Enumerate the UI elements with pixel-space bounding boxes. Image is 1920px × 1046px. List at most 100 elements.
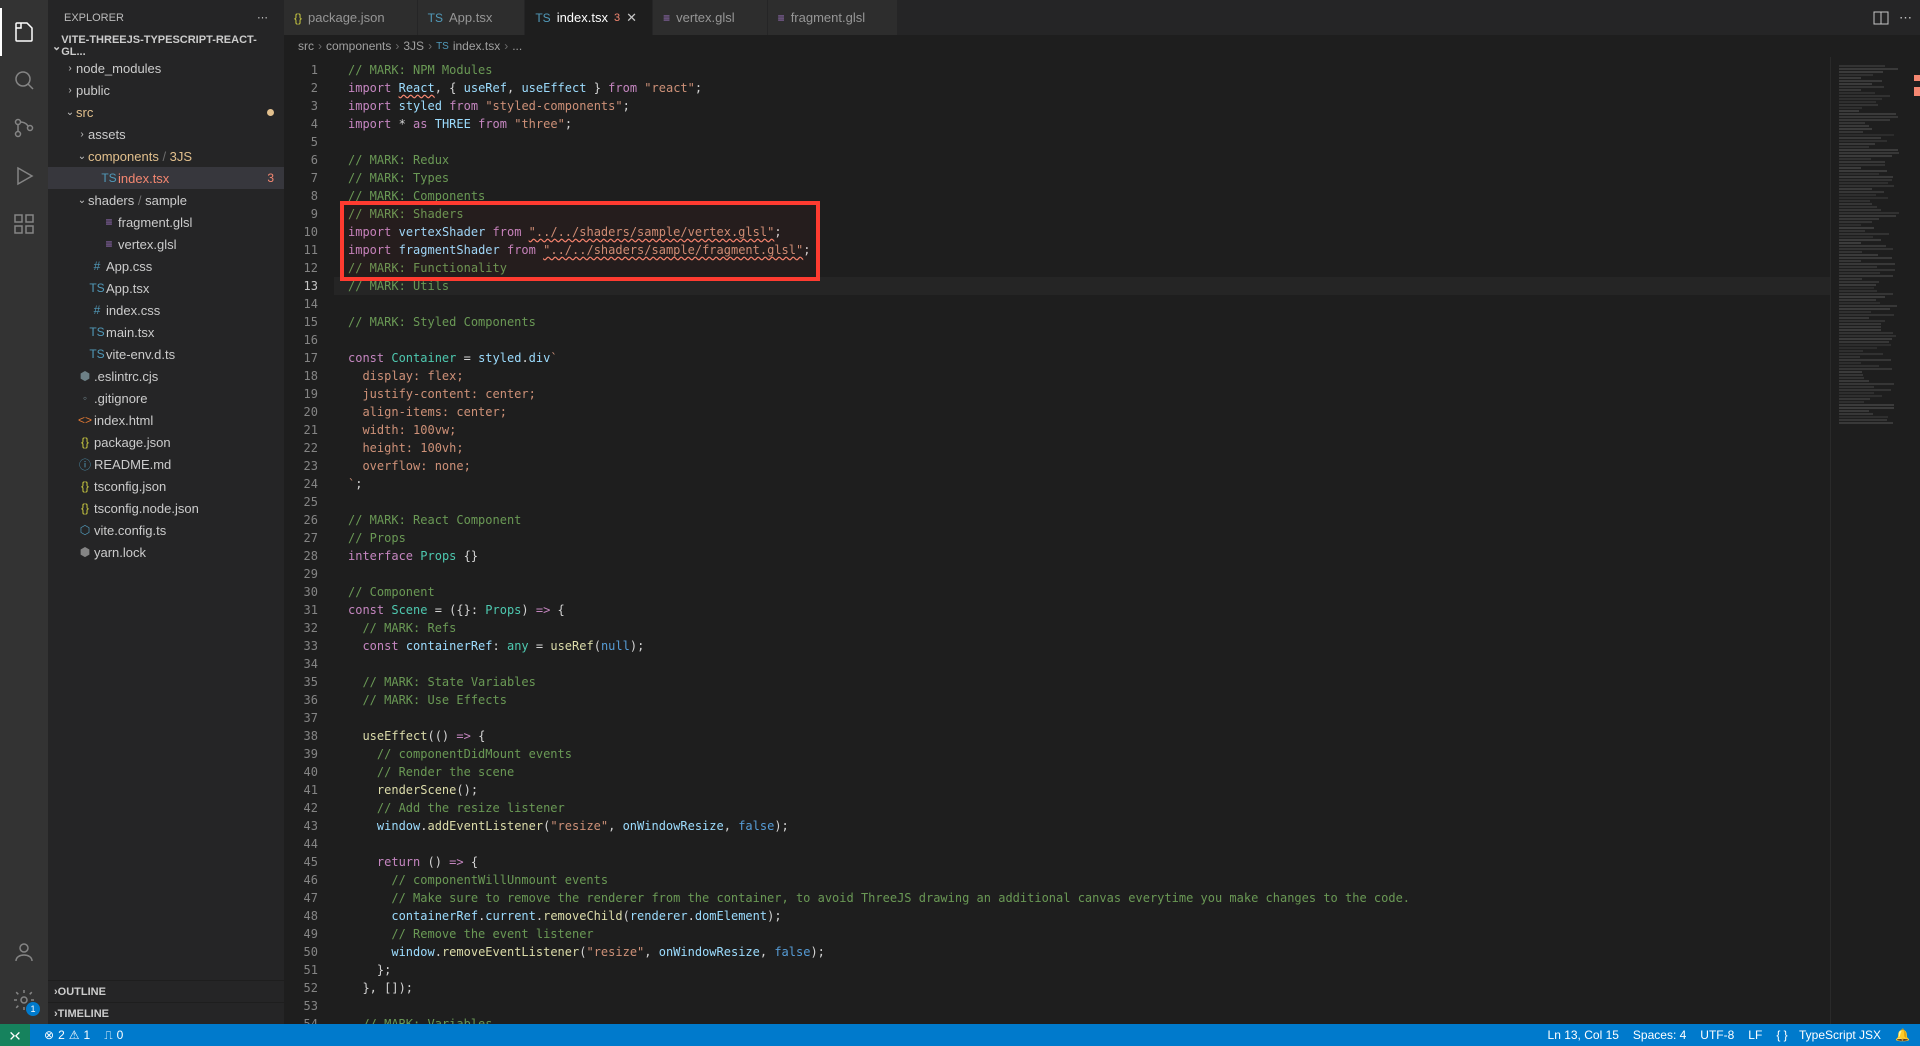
timeline-section[interactable]: › TIMELINE: [48, 1002, 284, 1024]
code-line[interactable]: import React, { useRef, useEffect } from…: [334, 79, 1830, 97]
close-icon[interactable]: ✕: [626, 10, 642, 26]
code-line[interactable]: height: 100vh;: [334, 439, 1830, 457]
activity-account-icon[interactable]: [0, 928, 48, 976]
editor-tab[interactable]: TSindex.tsx3✕: [525, 0, 653, 35]
tree-file[interactable]: TSmain.tsx: [48, 321, 284, 343]
editor-tab[interactable]: TSApp.tsx✕: [418, 0, 526, 35]
code-line[interactable]: };: [334, 961, 1830, 979]
tree-file[interactable]: ≡fragment.glsl: [48, 211, 284, 233]
code-line[interactable]: // MARK: Types: [334, 169, 1830, 187]
code-line[interactable]: // MARK: Use Effects: [334, 691, 1830, 709]
code-line[interactable]: // MARK: Shaders: [334, 205, 1830, 223]
code-line[interactable]: [334, 655, 1830, 673]
activity-search-icon[interactable]: [0, 56, 48, 104]
outline-section[interactable]: › OUTLINE: [48, 980, 284, 1002]
code-line[interactable]: // MARK: Components: [334, 187, 1830, 205]
tree-file[interactable]: <>index.html: [48, 409, 284, 431]
code-line[interactable]: [334, 493, 1830, 511]
code-line[interactable]: renderScene();: [334, 781, 1830, 799]
code-line[interactable]: [334, 133, 1830, 151]
tree-file[interactable]: ⬡vite.config.ts: [48, 519, 284, 541]
code-line[interactable]: return () => {: [334, 853, 1830, 871]
code-line[interactable]: useEffect(() => {: [334, 727, 1830, 745]
more-actions-icon[interactable]: ⋯: [1899, 10, 1912, 26]
code-line[interactable]: // Component: [334, 583, 1830, 601]
breadcrumb-segment[interactable]: index.tsx: [453, 39, 500, 53]
status-encoding[interactable]: UTF-8: [1700, 1028, 1734, 1042]
code-line[interactable]: justify-content: center;: [334, 385, 1830, 403]
tree-file[interactable]: {}tsconfig.json: [48, 475, 284, 497]
editor-tab[interactable]: ≡vertex.glsl✕: [653, 0, 768, 35]
code-line[interactable]: window.addEventListener("resize", onWind…: [334, 817, 1830, 835]
code-line[interactable]: [334, 295, 1830, 313]
tree-file[interactable]: ≡vertex.glsl: [48, 233, 284, 255]
code-line[interactable]: containerRef.current.removeChild(rendere…: [334, 907, 1830, 925]
code-line[interactable]: // Props: [334, 529, 1830, 547]
tree-file[interactable]: #index.css: [48, 299, 284, 321]
activity-debug-icon[interactable]: [0, 152, 48, 200]
code-line[interactable]: display: flex;: [334, 367, 1830, 385]
activity-extensions-icon[interactable]: [0, 200, 48, 248]
code-line[interactable]: // componentWillUnmount events: [334, 871, 1830, 889]
breadcrumb-segment[interactable]: components: [326, 39, 391, 53]
code-line[interactable]: import fragmentShader from "../../shader…: [334, 241, 1830, 259]
code-line[interactable]: // Make sure to remove the renderer from…: [334, 889, 1830, 907]
code-line[interactable]: [334, 709, 1830, 727]
code-line[interactable]: const containerRef: any = useRef(null);: [334, 637, 1830, 655]
code-line[interactable]: import styled from "styled-components";: [334, 97, 1830, 115]
tree-file[interactable]: {}tsconfig.node.json: [48, 497, 284, 519]
status-cursor[interactable]: Ln 13, Col 15: [1548, 1028, 1619, 1042]
split-editor-icon[interactable]: [1873, 10, 1889, 26]
editor-tab[interactable]: {}package.json✕: [284, 0, 418, 35]
project-title-row[interactable]: ⌄ VITE-THREEJS-TYPESCRIPT-REACT-GL...: [48, 35, 284, 57]
status-eol[interactable]: LF: [1748, 1028, 1762, 1042]
activity-explorer-icon[interactable]: [0, 8, 48, 56]
code-line[interactable]: // MARK: NPM Modules: [334, 61, 1830, 79]
tree-file[interactable]: #App.css: [48, 255, 284, 277]
tree-folder[interactable]: ⌄components / 3JS: [48, 145, 284, 167]
tree-folder[interactable]: ›assets: [48, 123, 284, 145]
code-line[interactable]: width: 100vw;: [334, 421, 1830, 439]
tree-file[interactable]: ⬢.eslintrc.cjs: [48, 365, 284, 387]
tree-file[interactable]: ⓘREADME.md: [48, 453, 284, 475]
code-line[interactable]: [334, 331, 1830, 349]
status-language[interactable]: { } TypeScript JSX: [1776, 1028, 1881, 1042]
code-line[interactable]: // MARK: Variables: [334, 1015, 1830, 1024]
code-line[interactable]: `;: [334, 475, 1830, 493]
code-line[interactable]: [334, 835, 1830, 853]
code-line[interactable]: [334, 997, 1830, 1015]
tree-file[interactable]: TSApp.tsx: [48, 277, 284, 299]
code-line[interactable]: // Render the scene: [334, 763, 1830, 781]
tree-file[interactable]: TSindex.tsx3: [48, 167, 284, 189]
breadcrumb-segment[interactable]: src: [298, 39, 314, 53]
breadcrumb[interactable]: src›components›3JS›TSindex.tsx›...: [284, 35, 1920, 57]
remote-indicator[interactable]: [0, 1024, 30, 1046]
tree-folder[interactable]: ›public: [48, 79, 284, 101]
code-line[interactable]: import * as THREE from "three";: [334, 115, 1830, 133]
code-line[interactable]: // MARK: Redux: [334, 151, 1830, 169]
code-line[interactable]: const Scene = ({}: Props) => {: [334, 601, 1830, 619]
code-editor[interactable]: // MARK: NPM Modulesimport React, { useR…: [334, 57, 1830, 1024]
code-line[interactable]: // MARK: Utils: [334, 277, 1830, 295]
code-line[interactable]: // MARK: React Component: [334, 511, 1830, 529]
code-line[interactable]: // MARK: Refs: [334, 619, 1830, 637]
code-line[interactable]: // componentDidMount events: [334, 745, 1830, 763]
code-line[interactable]: [334, 565, 1830, 583]
code-line[interactable]: // MARK: Styled Components: [334, 313, 1830, 331]
code-line[interactable]: // Add the resize listener: [334, 799, 1830, 817]
activity-scm-icon[interactable]: [0, 104, 48, 152]
tree-folder[interactable]: ›node_modules: [48, 57, 284, 79]
code-line[interactable]: interface Props {}: [334, 547, 1830, 565]
code-line[interactable]: // MARK: State Variables: [334, 673, 1830, 691]
code-line[interactable]: import vertexShader from "../../shaders/…: [334, 223, 1830, 241]
breadcrumb-segment[interactable]: 3JS: [403, 39, 424, 53]
breadcrumb-segment[interactable]: ...: [512, 39, 522, 53]
tree-folder[interactable]: ⌄shaders / sample: [48, 189, 284, 211]
code-line[interactable]: }, []);: [334, 979, 1830, 997]
tree-file[interactable]: TSvite-env.d.ts: [48, 343, 284, 365]
tree-file[interactable]: ◦.gitignore: [48, 387, 284, 409]
code-line[interactable]: window.removeEventListener("resize", onW…: [334, 943, 1830, 961]
code-line[interactable]: align-items: center;: [334, 403, 1830, 421]
minimap[interactable]: [1830, 57, 1920, 1024]
activity-settings-icon[interactable]: 1: [0, 976, 48, 1024]
